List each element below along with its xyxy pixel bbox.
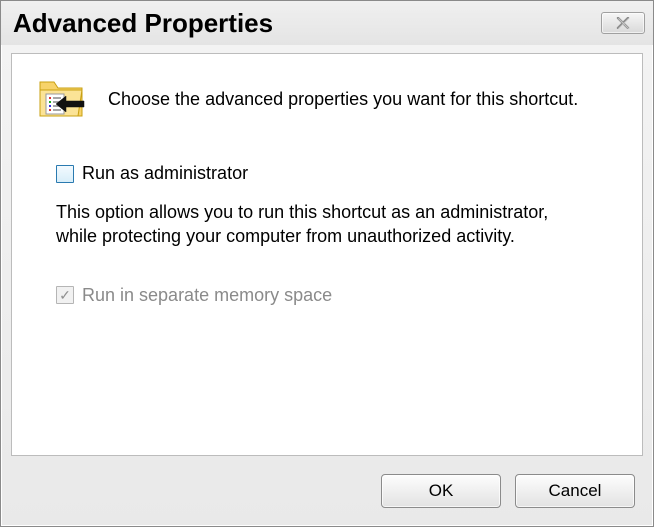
dialog-window: Advanced Properties bbox=[0, 0, 654, 527]
run-as-admin-option: Run as administrator This option allows … bbox=[56, 163, 616, 249]
separate-memory-row: ✓ Run in separate memory space bbox=[56, 285, 616, 306]
intro-row: Choose the advanced properties you want … bbox=[38, 76, 616, 123]
titlebar: Advanced Properties bbox=[1, 1, 653, 45]
ok-button[interactable]: OK bbox=[381, 474, 501, 508]
intro-text: Choose the advanced properties you want … bbox=[108, 89, 578, 110]
dialog-title: Advanced Properties bbox=[13, 8, 273, 39]
separate-memory-option: ✓ Run in separate memory space bbox=[56, 285, 616, 306]
run-as-admin-row[interactable]: Run as administrator bbox=[56, 163, 616, 184]
run-as-admin-checkbox[interactable] bbox=[56, 165, 74, 183]
dialog-content: Choose the advanced properties you want … bbox=[11, 53, 643, 456]
close-button[interactable] bbox=[601, 12, 645, 34]
separate-memory-label: Run in separate memory space bbox=[82, 285, 332, 306]
button-row: OK Cancel bbox=[381, 474, 635, 508]
check-icon: ✓ bbox=[59, 288, 71, 302]
run-as-admin-help: This option allows you to run this short… bbox=[56, 200, 576, 249]
separate-memory-checkbox: ✓ bbox=[56, 286, 74, 304]
shortcut-properties-icon bbox=[38, 76, 86, 123]
run-as-admin-label: Run as administrator bbox=[82, 163, 248, 184]
close-icon bbox=[616, 17, 630, 29]
cancel-button[interactable]: Cancel bbox=[515, 474, 635, 508]
